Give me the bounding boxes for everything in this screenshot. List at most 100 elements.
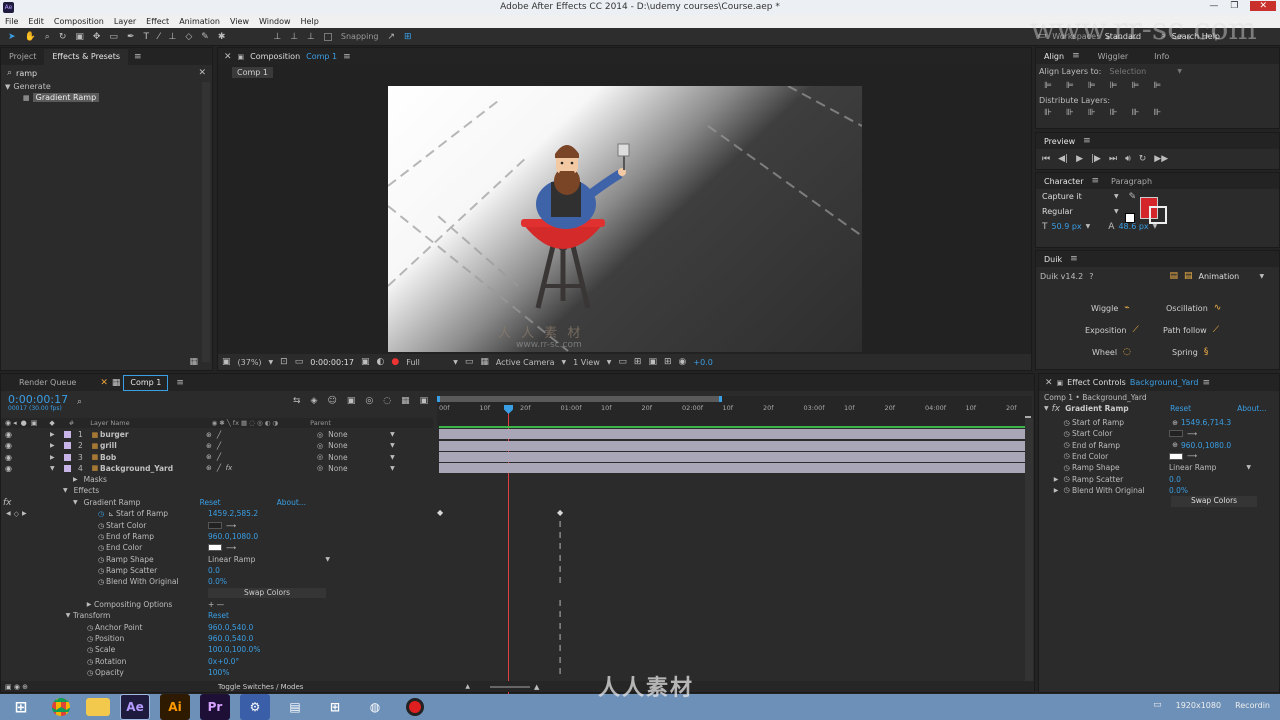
always-preview-icon[interactable]: ▣ [222,357,231,367]
eyedropper-icon[interactable]: ⟶ [1187,452,1197,460]
expression-marker[interactable]: I [557,633,563,642]
dropdown-icon[interactable]: ▼ [390,454,395,461]
eye-icon[interactable]: ◉ [5,453,12,462]
stopwatch-icon[interactable]: ◷ [85,635,95,643]
pickwhip-icon[interactable]: ◎ [317,431,323,439]
font-style-select[interactable]: Regular [1042,207,1110,216]
explorer-icon[interactable] [86,698,110,716]
color-swatch[interactable] [208,522,222,529]
dropdown-icon[interactable]: ▼ [1246,464,1251,471]
property-value[interactable]: Reset [208,611,229,620]
brush-tool-icon[interactable]: ⁄ [158,32,160,42]
keyframe-marker[interactable]: ◆ [437,508,443,517]
expression-marker[interactable]: I [557,520,563,529]
close-tab-icon[interactable]: ✕ [100,378,108,388]
stopwatch-icon[interactable]: ◷ [1061,486,1072,494]
clone-stamp-tool-icon[interactable]: ⊥ [169,32,177,42]
draft-3d-icon[interactable]: ◈ [311,396,318,406]
dropdown-icon[interactable]: ▼ [269,359,274,366]
ram-preview-icon[interactable]: ▶▶ [1154,154,1168,164]
ec-property-value[interactable]: 1549.6,714.3 [1181,418,1231,427]
ec-property-value[interactable]: 960.0,1080.0 [1181,441,1231,450]
panel-menu-icon[interactable]: ≡ [343,52,351,62]
duik-settings-icon[interactable]: ▤ [1184,271,1193,281]
tab-render-queue[interactable]: Render Queue [1,375,84,391]
distribute-bottom-icon[interactable]: ⊪ [1088,108,1096,118]
eyedropper-icon[interactable]: ✎ [1129,192,1137,202]
property-value[interactable]: 1459.2,585.2 [208,509,258,518]
selection-tool-icon[interactable]: ➤ [8,32,16,42]
illustrator-icon[interactable]: Ai [160,694,190,720]
dropdown-icon[interactable]: ▼ [1114,193,1119,200]
exposure-value[interactable]: +0.0 [693,358,712,367]
layer-row[interactable]: ◉ ▶ 1 ▦ burger ⊛ ╱ ◎ None ▼ [1,429,433,440]
toggle-pixel-icon[interactable]: ▭ [618,357,627,367]
ec-property-row[interactable]: ▶ ◷ Blend With Original 0.0% [1051,485,1188,496]
collapsed-arrow-icon[interactable]: ▶ [1051,476,1061,483]
stopwatch-icon[interactable]: ◷ [96,556,106,564]
shy-switch-icon[interactable]: ⊛ [204,431,214,439]
layer-name-header[interactable]: Layer Name [90,419,129,427]
property-row[interactable]: ◷ Position 960.0,540.0 [85,633,253,644]
distribute-top-icon[interactable]: ⊪ [1044,108,1052,118]
menu-layer[interactable]: Layer [114,17,136,26]
menu-help[interactable]: Help [301,17,319,26]
expanded-arrow-icon[interactable]: ▼ [73,499,78,506]
dropdown-icon[interactable]: ▼ [453,359,458,366]
shy-switch-icon[interactable]: ⊛ [204,453,214,461]
property-row[interactable]: ◷ Rotation 0x+0.0° [85,656,239,667]
expression-marker[interactable]: I [557,599,563,608]
align-vcenter-icon[interactable]: ⊫ [1131,81,1139,91]
stopwatch-icon[interactable]: ◷ [1061,430,1072,438]
parent-select[interactable]: None [328,430,390,439]
eyedropper-icon[interactable]: ⟶ [1187,430,1197,438]
effects-search-input[interactable]: ramp [16,69,194,78]
property-value[interactable]: 100.0,100.0% [208,645,260,654]
puppet-pin-tool-icon[interactable]: ✱ [218,32,226,42]
tab-project[interactable]: Project [1,49,44,65]
layer-name[interactable]: grill [100,441,204,450]
property-value[interactable]: 960.0,1080.0 [208,532,258,541]
exposition-button[interactable]: Exposition ⟋ [1085,325,1139,335]
path-follow-button[interactable]: Path follow ⟋ [1163,325,1219,335]
category-generate[interactable]: Generate [13,82,50,91]
comp-subtab[interactable]: Comp 1 [232,66,273,78]
keyframe-marker[interactable]: ◆ [557,508,563,517]
quality-switch-icon[interactable]: ╱ [214,464,224,472]
expression-marker[interactable]: I [557,656,563,665]
dropdown-icon[interactable]: ▼ [1177,68,1182,75]
timeline-scrollbar[interactable] [1025,418,1033,682]
roto-brush-tool-icon[interactable]: ✎ [201,32,209,42]
property-row[interactable]: ◷ Anchor Point 960.0,540.0 [85,622,253,633]
tab-info[interactable]: Info [1146,48,1177,64]
mask-icon[interactable]: ▭ [295,357,304,367]
label-color-swatch[interactable] [63,453,71,461]
property-row[interactable]: ◷ Start Color ⟶ [96,520,236,531]
dropdown-icon[interactable]: ▼ [390,431,395,438]
comp-tab-name[interactable]: Comp 1 [306,52,337,61]
fast-preview-icon[interactable]: ⊞ [634,357,642,367]
menu-effect[interactable]: Effect [146,17,169,26]
property-row[interactable]: ◷ End Color ⟶ [96,542,236,553]
stopwatch-icon[interactable]: ◷ [96,567,106,575]
time-ruler[interactable]: 00f 10f 20f 01:00f 10f 20f 02:00f 10f 20f 03:00f 1… [437,396,1032,426]
stopwatch-icon[interactable]: ◷ [85,669,95,677]
spring-button[interactable]: Spring § [1172,347,1208,357]
prev-keyframe-icon[interactable]: ◀ [6,510,11,517]
parent-select[interactable]: None [328,453,390,462]
stopwatch-icon[interactable]: ◷ [96,522,106,530]
expression-marker[interactable]: I [557,610,563,619]
next-frame-icon[interactable]: |▶ [1091,154,1101,164]
tab-character[interactable]: Character [1036,173,1092,189]
tab-comp1-timeline[interactable]: Comp 1 [123,374,169,391]
record-icon[interactable] [400,694,430,720]
leading-value[interactable]: 48.6 px [1118,222,1148,231]
show-snapshot-icon[interactable]: ◐ [376,357,384,367]
eyedropper-icon[interactable]: ⟶ [226,544,236,552]
panel-menu-icon[interactable]: ≡ [134,52,142,62]
layer-row[interactable]: ◉ ▶ 2 ▦ grill ⊛ ╱ ◎ None ▼ [1,440,433,451]
panel-menu-icon[interactable]: ≡ [1070,254,1078,264]
property-value[interactable]: + — [208,600,224,609]
type-tool-icon[interactable]: T [143,32,149,42]
last-frame-icon[interactable]: ⏭ [1109,154,1117,164]
